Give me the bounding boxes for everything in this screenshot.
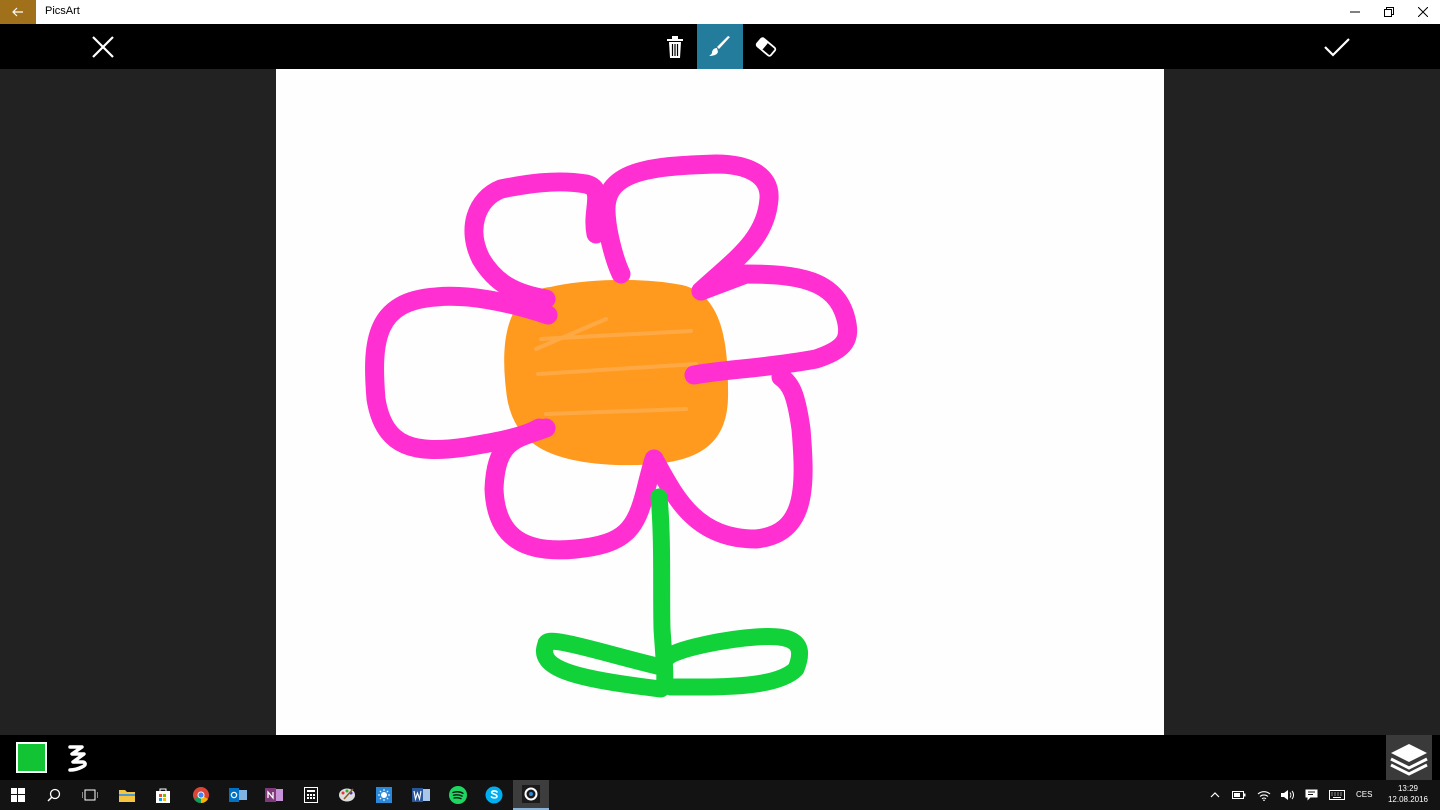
eraser-icon	[755, 36, 776, 57]
action-center-button[interactable]	[1302, 780, 1320, 810]
chrome-icon	[193, 787, 209, 803]
wifi-icon	[1257, 790, 1271, 801]
volume-indicator[interactable]	[1278, 780, 1296, 810]
clock[interactable]: 13:29 12.08.2016	[1380, 783, 1436, 805]
notification-icon	[1305, 789, 1317, 801]
task-view-button[interactable]	[72, 780, 108, 810]
taskbar-weather[interactable]	[366, 780, 402, 810]
restore-button[interactable]	[1372, 0, 1406, 24]
arrow-left-icon	[12, 7, 23, 17]
show-hidden-icons-button[interactable]	[1206, 780, 1224, 810]
windows-logo-icon	[11, 788, 25, 802]
touch-keyboard-button[interactable]	[1326, 780, 1348, 810]
taskbar-file-explorer[interactable]	[109, 780, 145, 810]
close-icon	[92, 35, 114, 58]
apply-button[interactable]	[1314, 24, 1360, 69]
chevron-up-icon	[1210, 792, 1220, 798]
folder-icon	[119, 790, 135, 802]
taskbar-word[interactable]	[403, 780, 439, 810]
skype-icon	[485, 786, 503, 804]
layers-button[interactable]	[1386, 735, 1432, 780]
layers-icon	[1390, 743, 1428, 776]
taskbar-chrome[interactable]	[183, 780, 219, 810]
flower-stem	[536, 488, 809, 698]
word-icon	[412, 788, 430, 802]
speaker-icon	[1281, 790, 1294, 800]
taskbar-paint[interactable]	[329, 780, 365, 810]
outlook-icon	[229, 788, 247, 802]
store-bag-icon	[156, 788, 170, 803]
close-window-button[interactable]	[1406, 0, 1440, 24]
delete-button[interactable]	[652, 24, 697, 69]
drawing-canvas[interactable]	[276, 69, 1164, 735]
taskbar-outlook[interactable]	[220, 780, 256, 810]
network-indicator[interactable]	[1254, 780, 1274, 810]
taskbar-spotify[interactable]	[440, 780, 476, 810]
taskbar-picsart[interactable]	[513, 780, 549, 810]
title-bar: PicsArt	[0, 0, 1440, 24]
checkmark-icon	[1324, 37, 1350, 57]
close-window-icon	[1418, 7, 1428, 17]
calculator-icon	[304, 787, 318, 803]
picsart-icon	[522, 785, 540, 803]
app-window: PicsArt	[0, 0, 1440, 780]
taskbar-calculator[interactable]	[293, 780, 329, 810]
clock-time: 13:29	[1397, 784, 1419, 793]
search-button[interactable]	[36, 780, 72, 810]
windows-taskbar: CES 13:29 12.08.2016	[0, 780, 1440, 810]
brush-style-button[interactable]	[60, 740, 94, 776]
window-title: PicsArt	[45, 5, 80, 17]
brush-tool-button[interactable]	[697, 24, 743, 69]
battery-icon	[1232, 791, 1246, 799]
spotify-icon	[449, 786, 467, 804]
restore-icon	[1384, 7, 1394, 17]
search-icon	[47, 788, 61, 802]
keyboard-icon	[1329, 790, 1345, 800]
start-button[interactable]	[0, 780, 36, 810]
top-toolbar	[0, 24, 1440, 69]
task-view-icon	[82, 789, 98, 801]
trash-icon	[666, 35, 683, 58]
onenote-icon	[265, 788, 283, 802]
bottom-toolbar	[0, 735, 1440, 780]
paint-palette-icon	[339, 788, 355, 802]
input-language[interactable]: CES	[1356, 790, 1372, 799]
battery-indicator[interactable]	[1230, 780, 1248, 810]
eraser-tool-button[interactable]	[743, 24, 788, 69]
brush-icon	[709, 35, 730, 56]
squiggle-icon	[68, 745, 87, 772]
flower-drawing	[365, 154, 858, 698]
taskbar-store[interactable]	[145, 780, 181, 810]
weather-sun-icon	[376, 787, 392, 803]
cancel-button[interactable]	[80, 24, 126, 69]
clock-date: 12.08.2016	[1387, 795, 1429, 804]
minimize-icon	[1350, 11, 1360, 13]
color-picker-button[interactable]	[16, 742, 47, 773]
back-button[interactable]	[0, 0, 36, 24]
minimize-button[interactable]	[1338, 0, 1372, 24]
taskbar-skype[interactable]	[476, 780, 512, 810]
taskbar-onenote[interactable]	[256, 780, 292, 810]
